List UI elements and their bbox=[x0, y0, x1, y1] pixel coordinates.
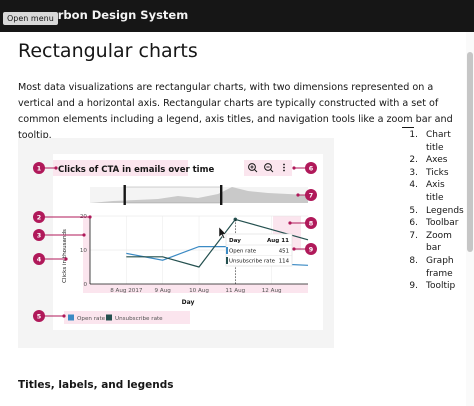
tooltip-unsub-label: Unsubscribe rate bbox=[229, 259, 276, 265]
x-axis-title: Day bbox=[182, 299, 195, 306]
x-tick-label: 12 Aug bbox=[262, 288, 282, 294]
x-tick-label: 8 Aug 2017 bbox=[110, 288, 143, 294]
anatomy-list: 1. Chart title 2. Axes 3. Ticks 4. Axis titl… bbox=[402, 129, 464, 293]
tooltip-open-value: 451 bbox=[279, 249, 289, 255]
legend-swatch-open bbox=[68, 314, 74, 321]
callout-number: 3 bbox=[37, 231, 41, 239]
y-tick-label: 0 bbox=[83, 282, 87, 288]
callout-number: 9 bbox=[309, 245, 314, 253]
y-axis-title: Clicks in thousands bbox=[62, 229, 68, 283]
tooltip-unsub-value: 114 bbox=[279, 259, 290, 265]
tooltip-open-swatch bbox=[226, 247, 228, 254]
legend-label-unsub: Unsubscribe rate bbox=[115, 316, 163, 322]
callout-number: 8 bbox=[309, 219, 314, 227]
callout-dot bbox=[64, 257, 68, 261]
callout-dot bbox=[288, 221, 292, 225]
intro-paragraph: Most data visualizations are rectangular… bbox=[18, 82, 453, 141]
legend-swatch-unsub bbox=[106, 314, 112, 321]
chart-anatomy-svg: 010208 Aug 2017 9 Aug 10 Aug 11 Aug 12 Aug C… bbox=[33, 154, 323, 330]
toc-rule bbox=[402, 127, 414, 128]
callout-dot bbox=[292, 166, 296, 170]
callout-dot bbox=[82, 233, 86, 237]
section-heading: Titles, labels, and legends bbox=[18, 379, 174, 391]
toolbar-highlight bbox=[244, 160, 292, 176]
x-tick-label: 9 Aug bbox=[155, 288, 172, 294]
chart-tooltip: Day Aug 11 Open rate 451 Unsubscribe rat… bbox=[225, 233, 293, 267]
anatomy-item: 1. Chart title bbox=[409, 130, 451, 153]
tooltip-header-label: Day bbox=[229, 238, 241, 244]
tooltip-unsub-swatch bbox=[226, 257, 228, 264]
anatomy-item: 5. Legends bbox=[409, 205, 464, 216]
callout-dot bbox=[292, 247, 296, 251]
y-tick-label: 10 bbox=[80, 248, 88, 254]
tooltip-header-value: Aug 11 bbox=[267, 238, 289, 244]
chart-anatomy-figure: 0 10 20 8 Aug 2017 9 Aug 10 Aug 11 Aug 12 Aug C… bbox=[18, 138, 334, 348]
anatomy-item: 9. Tooltip bbox=[409, 281, 456, 292]
anatomy-item: 2. Axes bbox=[409, 155, 448, 166]
callout-number: 7 bbox=[309, 191, 313, 199]
callout-number: 1 bbox=[37, 164, 41, 172]
zoom-bar bbox=[90, 185, 308, 205]
chart-title: Clicks of CTA in emails over time bbox=[58, 165, 214, 175]
callout-number: 2 bbox=[37, 213, 41, 221]
top-header: arbon Design System Open menu bbox=[0, 0, 474, 32]
zoom-bar-handle-left bbox=[123, 185, 126, 205]
zoom-bar-handle-right bbox=[220, 185, 223, 205]
page-title: Rectangular charts bbox=[18, 40, 198, 62]
callout-number: 4 bbox=[37, 255, 42, 263]
callout-dot bbox=[88, 215, 92, 219]
callout-dot bbox=[62, 314, 66, 318]
overflow-menu-icon[interactable] bbox=[283, 163, 285, 172]
callout-dot bbox=[54, 166, 58, 170]
legend-label-open: Open rate bbox=[77, 316, 106, 322]
anatomy-item: 6. Toolbar bbox=[409, 218, 459, 229]
header-title[interactable]: arbon Design System bbox=[50, 8, 188, 22]
x-tick-label: 11 Aug bbox=[225, 288, 245, 294]
callout-dot bbox=[296, 193, 300, 197]
scrollbar-thumb[interactable] bbox=[467, 52, 473, 252]
anatomy-item: 3. Ticks bbox=[409, 167, 449, 178]
anatomy-item: 7. Zoom bar bbox=[409, 230, 452, 254]
open-menu-tooltip: Open menu bbox=[3, 12, 58, 25]
anatomy-item: 4. Axis title bbox=[409, 180, 445, 203]
x-tick-label: 10 Aug bbox=[189, 288, 209, 294]
y-axis-highlight bbox=[83, 216, 90, 292]
page-scrollbar[interactable] bbox=[466, 32, 474, 406]
anatomy-item: 8. Graph frame bbox=[409, 255, 454, 279]
tooltip-open-label: Open rate bbox=[229, 249, 257, 255]
callout-number: 5 bbox=[37, 312, 41, 320]
callout-number: 6 bbox=[309, 164, 314, 172]
